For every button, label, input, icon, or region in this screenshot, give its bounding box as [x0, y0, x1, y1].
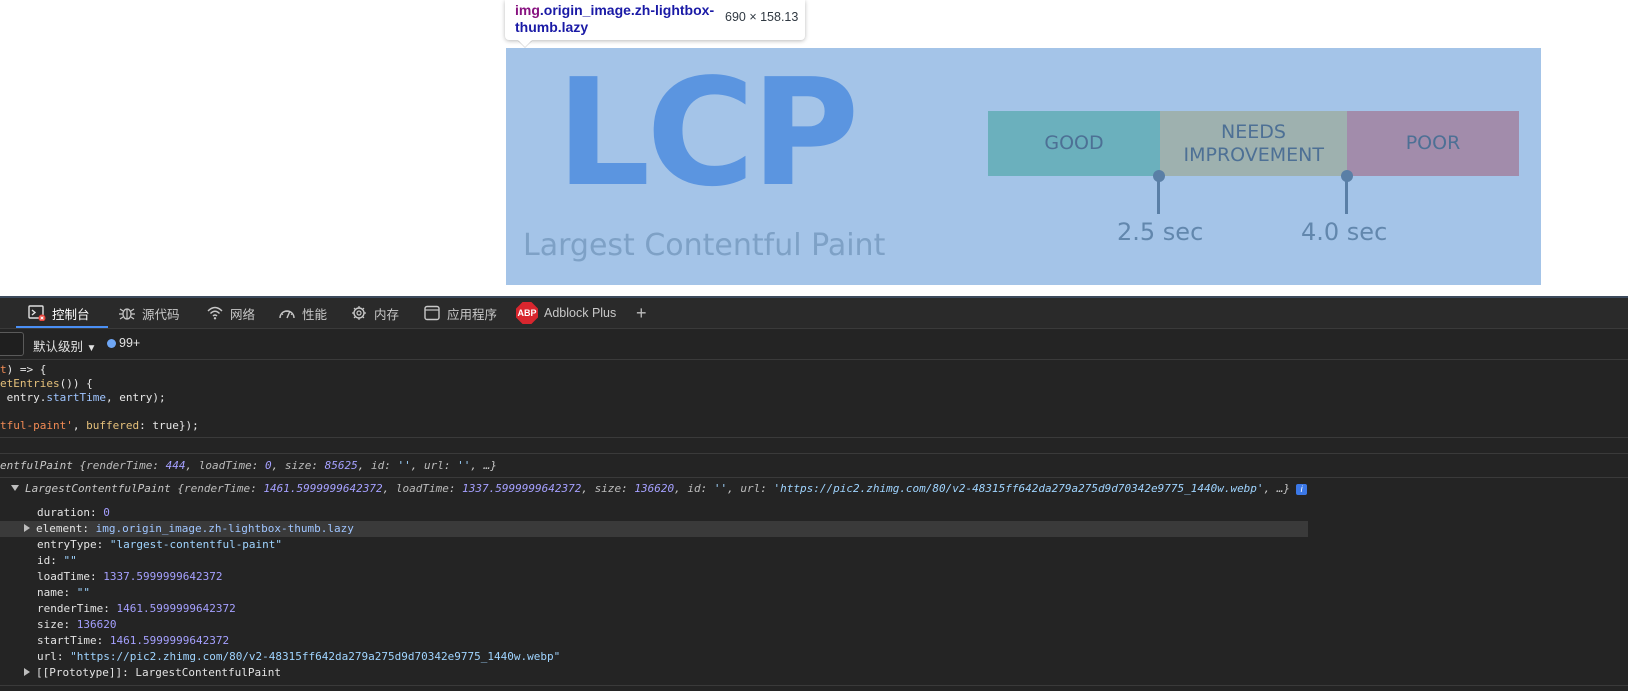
tab-sources[interactable]: 源代码 — [118, 298, 180, 328]
wifi-icon — [206, 305, 224, 321]
property-row: id: "" — [37, 554, 77, 567]
divider — [0, 477, 1628, 478]
property-row: renderTime: 1461.5999999642372 — [37, 602, 236, 615]
tab-performance-label: 性能 — [302, 307, 328, 322]
threshold-line-1 — [1157, 176, 1160, 214]
tab-network-label: 网络 — [230, 307, 256, 322]
tab-adblock-plus[interactable]: ABP Adblock Plus — [516, 298, 616, 328]
devtools-tabbar: 控制台 源代码 网络 性能 内存 应用程序 ABP Adblock Plus + — [0, 298, 1628, 329]
tab-memory[interactable]: 内存 — [350, 298, 399, 328]
chevron-down-icon: ▼ — [86, 343, 97, 354]
console-output: t) => { etEntries()) { entry.startTime, … — [0, 360, 1628, 691]
threshold-label-1: 2.5 sec — [1117, 218, 1204, 246]
devtools-panel: 控制台 源代码 网络 性能 内存 应用程序 ABP Adblock Plus +… — [0, 296, 1628, 691]
tooltip-classes: .origin_image.zh-lightbox-thumb.lazy — [515, 2, 715, 35]
tab-adblock-plus-label: Adblock Plus — [544, 306, 617, 320]
property-row: startTime: 1461.5999999642372 — [37, 634, 230, 647]
log-levels-dropdown[interactable]: 默认级别 ▼ — [33, 336, 96, 355]
log-levels-label: 默认级别 — [33, 340, 84, 354]
tab-network[interactable]: 网络 — [206, 298, 255, 328]
add-tab-button[interactable]: + — [636, 298, 647, 328]
info-icon[interactable]: i — [1296, 484, 1308, 495]
expand-triangle-icon[interactable] — [24, 668, 30, 676]
property-row: name: "" — [37, 586, 90, 599]
code-line: etEntries()) { — [0, 377, 93, 390]
property-row: duration: 0 — [37, 506, 110, 519]
issues-count: 99+ — [119, 336, 141, 350]
segment-poor: POOR — [1347, 111, 1519, 176]
divider — [0, 437, 1628, 438]
bug-icon — [118, 305, 136, 321]
tab-sources-label: 源代码 — [142, 307, 180, 322]
divider — [0, 685, 1628, 686]
divider — [0, 453, 1628, 454]
threshold-label-2: 4.0 sec — [1301, 218, 1388, 246]
tooltip-tag: img — [515, 2, 540, 18]
lcp-title: LCP — [556, 48, 859, 219]
tab-console-label: 控制台 — [52, 307, 90, 322]
gauge-icon — [278, 305, 296, 321]
inspect-tooltip: img.origin_image.zh-lightbox-thumb.lazy … — [505, 0, 805, 40]
tab-console[interactable]: 控制台 — [28, 298, 90, 328]
property-row: url: "https://pic2.zhimg.com/80/v2-48315… — [37, 650, 561, 663]
threshold-line-2 — [1345, 176, 1348, 214]
lcp-subtitle: Largest Contentful Paint — [523, 228, 886, 263]
segment-good: GOOD — [988, 111, 1160, 176]
console-icon — [28, 305, 46, 322]
code-line: t) => { — [0, 363, 47, 376]
console-toolbar: 默认级别 ▼ 99+ — [0, 329, 1628, 360]
app-window-icon — [423, 305, 441, 321]
lcp-image-highlighted[interactable]: LCP Largest Contentful Paint GOOD NEEDS … — [506, 48, 1541, 285]
property-row: size: 136620 — [37, 618, 117, 631]
chip-icon — [350, 305, 368, 321]
issues-counter[interactable]: 99+ — [107, 336, 140, 350]
tab-performance[interactable]: 性能 — [278, 298, 327, 328]
property-row: entryType: "largest-contentful-paint" — [37, 538, 283, 551]
issue-icon — [107, 339, 116, 348]
code-line: tful-paint', buffered: true}); — [0, 419, 199, 432]
expand-triangle-icon[interactable] — [24, 524, 30, 532]
code-line: entry.startTime, entry); — [0, 391, 166, 404]
collapse-triangle-icon[interactable] — [11, 485, 19, 491]
filter-input[interactable] — [0, 332, 24, 356]
property-row-element[interactable]: element: img.origin_image.zh-lightbox-th… — [24, 522, 354, 536]
page-viewport: img.origin_image.zh-lightbox-thumb.lazy … — [0, 0, 1628, 296]
tab-memory-label: 内存 — [374, 307, 400, 322]
tab-application-label: 应用程序 — [447, 307, 498, 322]
property-row: loadTime: 1337.5999999642372 — [37, 570, 223, 583]
console-entry-expanded[interactable]: LargestContentfulPaint {renderTime: 1461… — [11, 482, 1308, 496]
tooltip-dimensions: 690 × 158.13 — [725, 10, 799, 24]
abp-icon: ABP — [516, 302, 538, 324]
tooltip-selector: img.origin_image.zh-lightbox-thumb.lazy — [515, 2, 715, 36]
tab-application[interactable]: 应用程序 — [423, 298, 497, 328]
segment-needs-improvement: NEEDS IMPROVEMENT — [1160, 111, 1347, 176]
property-row-prototype[interactable]: [[Prototype]]: LargestContentfulPaint — [24, 666, 281, 680]
tooltip-arrow — [518, 40, 532, 47]
console-entry-summary[interactable]: entfulPaint {renderTime: 444, loadTime: … — [0, 459, 497, 473]
active-tab-indicator — [16, 326, 108, 328]
